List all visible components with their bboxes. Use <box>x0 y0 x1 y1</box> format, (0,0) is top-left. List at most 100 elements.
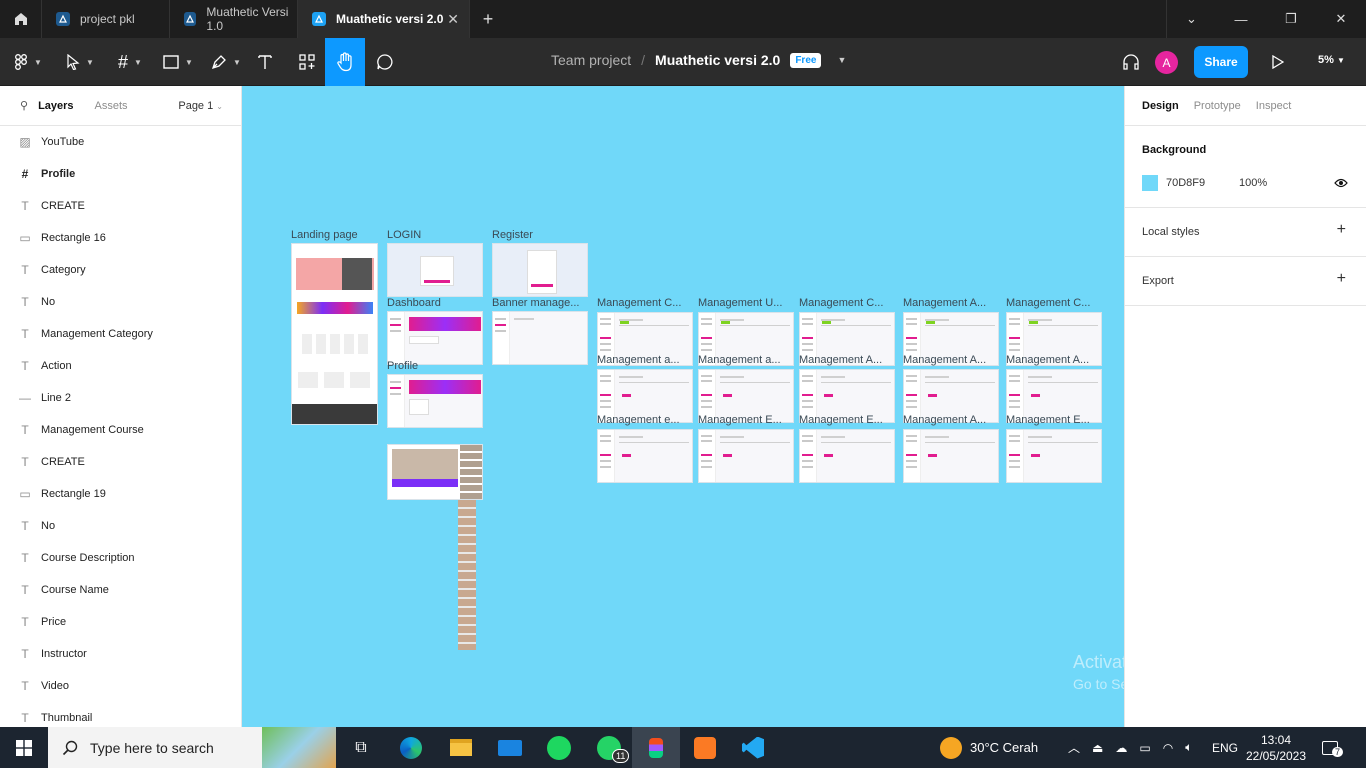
frame-label[interactable]: Banner manage... <box>492 297 588 309</box>
plus-icon[interactable]: + <box>1337 270 1346 288</box>
color-swatch[interactable] <box>1142 175 1158 191</box>
layer-row[interactable]: T No <box>0 510 241 542</box>
tab-project-pkl[interactable]: project pkl <box>42 0 170 38</box>
frame-youtube[interactable] <box>387 444 483 500</box>
language-indicator[interactable]: ENG <box>1212 727 1238 768</box>
layer-row[interactable]: ▭ Rectangle 16 <box>0 222 241 254</box>
frame-label[interactable]: Management a... <box>698 354 790 366</box>
frame-login[interactable] <box>387 243 483 297</box>
frame-management[interactable] <box>903 429 999 483</box>
frame-management[interactable] <box>698 429 794 483</box>
chevron-down-icon[interactable]: ▼ <box>837 55 846 65</box>
frame-label[interactable]: Management E... <box>799 414 891 426</box>
frame-label[interactable]: Register <box>492 229 533 241</box>
notifications-button[interactable]: 7 <box>1322 727 1344 768</box>
frame-management[interactable] <box>1006 429 1102 483</box>
frame-label[interactable]: Dashboard <box>387 297 441 309</box>
frame-landing-page[interactable] <box>291 243 378 425</box>
frame-label[interactable]: Management A... <box>903 354 995 366</box>
move-tool[interactable]: ▼ <box>60 38 100 86</box>
avatar[interactable]: A <box>1155 51 1178 74</box>
layer-row[interactable]: # Profile <box>0 158 241 190</box>
frame-label[interactable]: Management C... <box>1006 297 1098 309</box>
task-view-icon[interactable]: ⧉ <box>346 727 376 768</box>
plus-icon[interactable]: + <box>1337 221 1346 239</box>
resources-tool[interactable] <box>294 38 320 86</box>
frame-dashboard[interactable] <box>387 311 483 365</box>
frame-tool[interactable]: # ▼ <box>110 38 150 86</box>
wifi-icon[interactable]: ◠ <box>1163 741 1173 755</box>
share-button[interactable]: Share <box>1194 46 1248 78</box>
frame-label[interactable]: Management C... <box>799 297 891 309</box>
frame-profile[interactable] <box>387 374 483 428</box>
frame-label[interactable]: Management a... <box>597 354 689 366</box>
layer-row[interactable]: — Line 2 <box>0 382 241 414</box>
tab-layers[interactable]: Layers <box>38 100 73 112</box>
close-tab-icon[interactable]: ✕ <box>447 11 459 28</box>
start-button[interactable] <box>0 727 48 768</box>
frame-label[interactable]: Management A... <box>1006 354 1098 366</box>
home-button[interactable] <box>0 0 42 38</box>
frame-label[interactable]: Management A... <box>903 414 995 426</box>
clock[interactable]: 13:04 22/05/2023 <box>1246 727 1306 768</box>
hand-tool[interactable] <box>325 38 365 86</box>
frame-label[interactable]: Management C... <box>597 297 689 309</box>
frame-label[interactable]: Management e... <box>597 414 689 426</box>
layer-row[interactable]: T No <box>0 286 241 318</box>
layer-row[interactable]: T CREATE <box>0 190 241 222</box>
layer-row[interactable]: T Video <box>0 670 241 702</box>
layer-row[interactable]: T Action <box>0 350 241 382</box>
frame-label[interactable]: LOGIN <box>387 229 421 241</box>
layer-row[interactable]: T Price <box>0 606 241 638</box>
zoom-dropdown[interactable]: 5% ▼ <box>1318 54 1345 66</box>
chevron-up-icon[interactable]: ︿ <box>1068 739 1080 756</box>
battery-icon[interactable]: ▭ <box>1139 741 1150 755</box>
layer-row[interactable]: T Management Course <box>0 414 241 446</box>
file-explorer-icon[interactable] <box>446 727 476 768</box>
spotify-icon[interactable] <box>544 727 574 768</box>
tab-inspect[interactable]: Inspect <box>1256 100 1291 112</box>
bg-opacity[interactable]: 100% <box>1239 177 1267 189</box>
new-tab-button[interactable]: + <box>470 0 506 38</box>
tab-prototype[interactable]: Prototype <box>1194 100 1241 112</box>
page-selector[interactable]: Page 1 ⌄ <box>178 100 223 112</box>
text-tool[interactable] <box>252 38 278 86</box>
tab-assets[interactable]: Assets <box>95 100 128 112</box>
layer-row[interactable]: T Course Description <box>0 542 241 574</box>
pen-tool[interactable]: ▼ <box>206 38 246 86</box>
layer-row[interactable]: T Management Category <box>0 318 241 350</box>
frame-label[interactable]: Management U... <box>698 297 790 309</box>
close-window-icon[interactable]: ✕ <box>1316 0 1366 38</box>
bg-hex[interactable]: 70D8F9 <box>1166 177 1205 189</box>
frame-label[interactable]: Profile <box>387 360 418 372</box>
frame-label[interactable]: Landing page <box>291 229 358 241</box>
shape-tool[interactable]: ▼ <box>158 38 198 86</box>
usb-icon[interactable]: ⏏ <box>1092 741 1103 755</box>
figma-app-icon[interactable] <box>632 727 680 768</box>
tab-muathetic-2[interactable]: Muathetic versi 2.0 ✕ <box>298 0 470 38</box>
frame-management[interactable] <box>597 429 693 483</box>
plan-badge[interactable]: Free <box>790 52 822 68</box>
xampp-icon[interactable] <box>690 727 720 768</box>
layer-row[interactable]: T Thumbnail <box>0 702 241 727</box>
whatsapp-icon[interactable]: 11 <box>592 727 630 768</box>
present-button[interactable] <box>1268 38 1288 86</box>
edge-icon[interactable] <box>396 727 426 768</box>
layer-row[interactable]: T Course Name <box>0 574 241 606</box>
chevron-down-icon[interactable]: ⌄ <box>1166 0 1216 38</box>
canvas[interactable]: Landing page LOGIN Register Dashboard Ba… <box>242 86 1124 727</box>
audio-button[interactable] <box>1120 38 1142 86</box>
cloud-icon[interactable]: ☁ <box>1115 741 1127 755</box>
vscode-icon[interactable] <box>738 727 768 768</box>
layer-row[interactable]: ▨ YouTube <box>0 126 241 158</box>
frame-label[interactable]: Management E... <box>698 414 790 426</box>
frame-label[interactable]: Management A... <box>799 354 891 366</box>
restore-icon[interactable]: ❐ <box>1266 0 1316 38</box>
eye-icon[interactable] <box>1334 178 1348 188</box>
file-name[interactable]: Muathetic versi 2.0 <box>655 52 780 68</box>
layer-row[interactable]: ▭ Rectangle 19 <box>0 478 241 510</box>
frame-label[interactable]: Management E... <box>1006 414 1098 426</box>
comment-tool[interactable] <box>372 38 398 86</box>
layer-row[interactable]: T CREATE <box>0 446 241 478</box>
search-icon[interactable]: ⚲ <box>20 99 28 112</box>
